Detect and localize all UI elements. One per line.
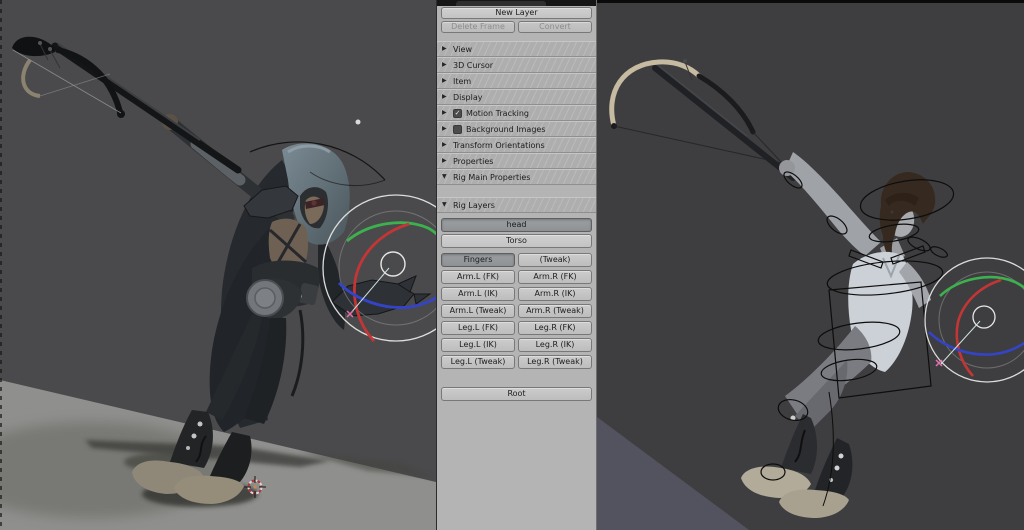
rig-layer-root-button[interactable]: Root <box>441 387 592 401</box>
gizmo-z-axis-arc[interactable] <box>928 331 1024 356</box>
left-3d-viewport[interactable] <box>0 0 436 530</box>
properties-n-panel: New Layer Delete Frame Convert ▶ View ▶ … <box>436 0 597 530</box>
panel-section-item[interactable]: ▶ Item <box>437 73 596 89</box>
panel-section-display[interactable]: ▶ Display <box>437 89 596 105</box>
gizmo-pivot-cross <box>935 359 943 367</box>
gizmo-y-axis-arc[interactable] <box>346 221 436 252</box>
rig-layer-leg-r-ik-button[interactable]: Leg.R (IK) <box>518 338 592 352</box>
background-images-checkbox[interactable] <box>453 124 462 134</box>
section-label: Transform Orientations <box>453 140 545 150</box>
rig-main-properties-body <box>437 185 596 197</box>
blender-window: New Layer Delete Frame Convert ▶ View ▶ … <box>0 0 1024 530</box>
disclosure-triangle-icon: ▶ <box>442 93 447 100</box>
disclosure-triangle-icon: ▶ <box>442 61 447 68</box>
check-icon: ✓ <box>454 108 461 117</box>
rig-mannequin-character[interactable] <box>609 59 936 518</box>
disclosure-triangle-icon: ▼ <box>442 173 447 180</box>
right-viewport-canvas <box>597 59 1024 530</box>
boot-front <box>781 414 817 474</box>
section-label: 3D Cursor <box>453 60 494 70</box>
rig-layer-leg-l-fk-button[interactable]: Leg.L (FK) <box>441 321 515 335</box>
bone-limb <box>21 58 41 98</box>
panel-section-background-images[interactable]: ▶ Background Images <box>437 121 596 137</box>
panel-section-rig-layers[interactable]: ▼ Rig Layers <box>437 197 596 213</box>
panel-section-3d-cursor[interactable]: ▶ 3D Cursor <box>437 57 596 73</box>
rig-layer-arm-l-fk-button[interactable]: Arm.L (FK) <box>441 270 515 284</box>
rig-layer-head-button[interactable]: head <box>441 218 592 232</box>
disclosure-triangle-icon: ▶ <box>442 125 447 132</box>
rig-layer-torso-button[interactable]: Torso <box>441 234 592 248</box>
viewport-edge-dashes <box>0 0 2 530</box>
disclosure-triangle-icon: ▼ <box>442 201 447 208</box>
rig-layer-arm-r-ik-button[interactable]: Arm.R (IK) <box>518 287 592 301</box>
panel-section-motion-tracking[interactable]: ▶ ✓ Motion Tracking <box>437 105 596 121</box>
section-label: Item <box>453 76 472 86</box>
rig-layer-leg-l-ik-button[interactable]: Leg.L (IK) <box>441 338 515 352</box>
delete-frame-button[interactable]: Delete Frame <box>441 21 515 33</box>
disclosure-triangle-icon: ▶ <box>442 77 447 84</box>
panel-section-properties[interactable]: ▶ Properties <box>437 153 596 169</box>
section-label: Rig Layers <box>453 200 495 210</box>
section-label: View <box>453 44 472 54</box>
panel-header-tab[interactable] <box>456 1 546 6</box>
rotation-gizmo-right[interactable] <box>924 257 1024 383</box>
rig-layer-leg-r-tweak-button[interactable]: Leg.R (Tweak) <box>518 355 592 369</box>
gizmo-center-circle[interactable] <box>380 251 406 277</box>
rig-layer-leg-r-fk-button[interactable]: Leg.R (FK) <box>518 321 592 335</box>
extended-arm <box>785 152 881 256</box>
right-3d-viewport[interactable] <box>597 0 1024 530</box>
rig-layer-arm-l-ik-button[interactable]: Arm.L (IK) <box>441 287 515 301</box>
crossbow <box>12 36 242 174</box>
new-layer-button[interactable]: New Layer <box>441 7 592 19</box>
rig-layer-fingers-button[interactable]: Fingers <box>441 253 515 267</box>
section-label: Display <box>453 92 483 102</box>
disclosure-triangle-icon: ▶ <box>442 157 447 164</box>
ground-plane <box>597 417 749 530</box>
gizmo-x-axis-arc[interactable] <box>955 278 1002 377</box>
rig-layer-arm-r-tweak-button[interactable]: Arm.R (Tweak) <box>518 304 592 318</box>
panel-section-view[interactable]: ▶ View <box>437 41 596 57</box>
lamp-dot <box>355 119 361 125</box>
disclosure-triangle-icon: ▶ <box>442 45 447 52</box>
rig-layer-tweak-button[interactable]: (Tweak) <box>518 253 592 267</box>
panel-top-strip <box>437 0 596 6</box>
section-label: Motion Tracking <box>466 108 529 118</box>
disclosure-triangle-icon: ▶ <box>442 109 447 116</box>
rig-layer-arm-r-fk-button[interactable]: Arm.R (FK) <box>518 270 592 284</box>
section-label: Properties <box>453 156 494 166</box>
panel-section-rig-main-properties[interactable]: ▼ Rig Main Properties <box>437 169 596 185</box>
rig-layer-leg-l-tweak-button[interactable]: Leg.L (Tweak) <box>441 355 515 369</box>
disclosure-triangle-icon: ▶ <box>442 141 447 148</box>
panel-section-transform-orientations[interactable]: ▶ Transform Orientations <box>437 137 596 153</box>
left-viewport-canvas <box>0 36 436 530</box>
motion-tracking-checkbox[interactable]: ✓ <box>453 108 462 118</box>
section-label: Rig Main Properties <box>453 172 531 182</box>
rig-layer-arm-l-tweak-button[interactable]: Arm.L (Tweak) <box>441 304 515 318</box>
convert-button[interactable]: Convert <box>518 21 592 33</box>
section-label: Background Images <box>466 124 546 134</box>
crossbow <box>609 59 796 181</box>
rig-layers-grid: Fingers (Tweak) Arm.L (FK) Arm.R (FK) Ar… <box>441 253 592 369</box>
